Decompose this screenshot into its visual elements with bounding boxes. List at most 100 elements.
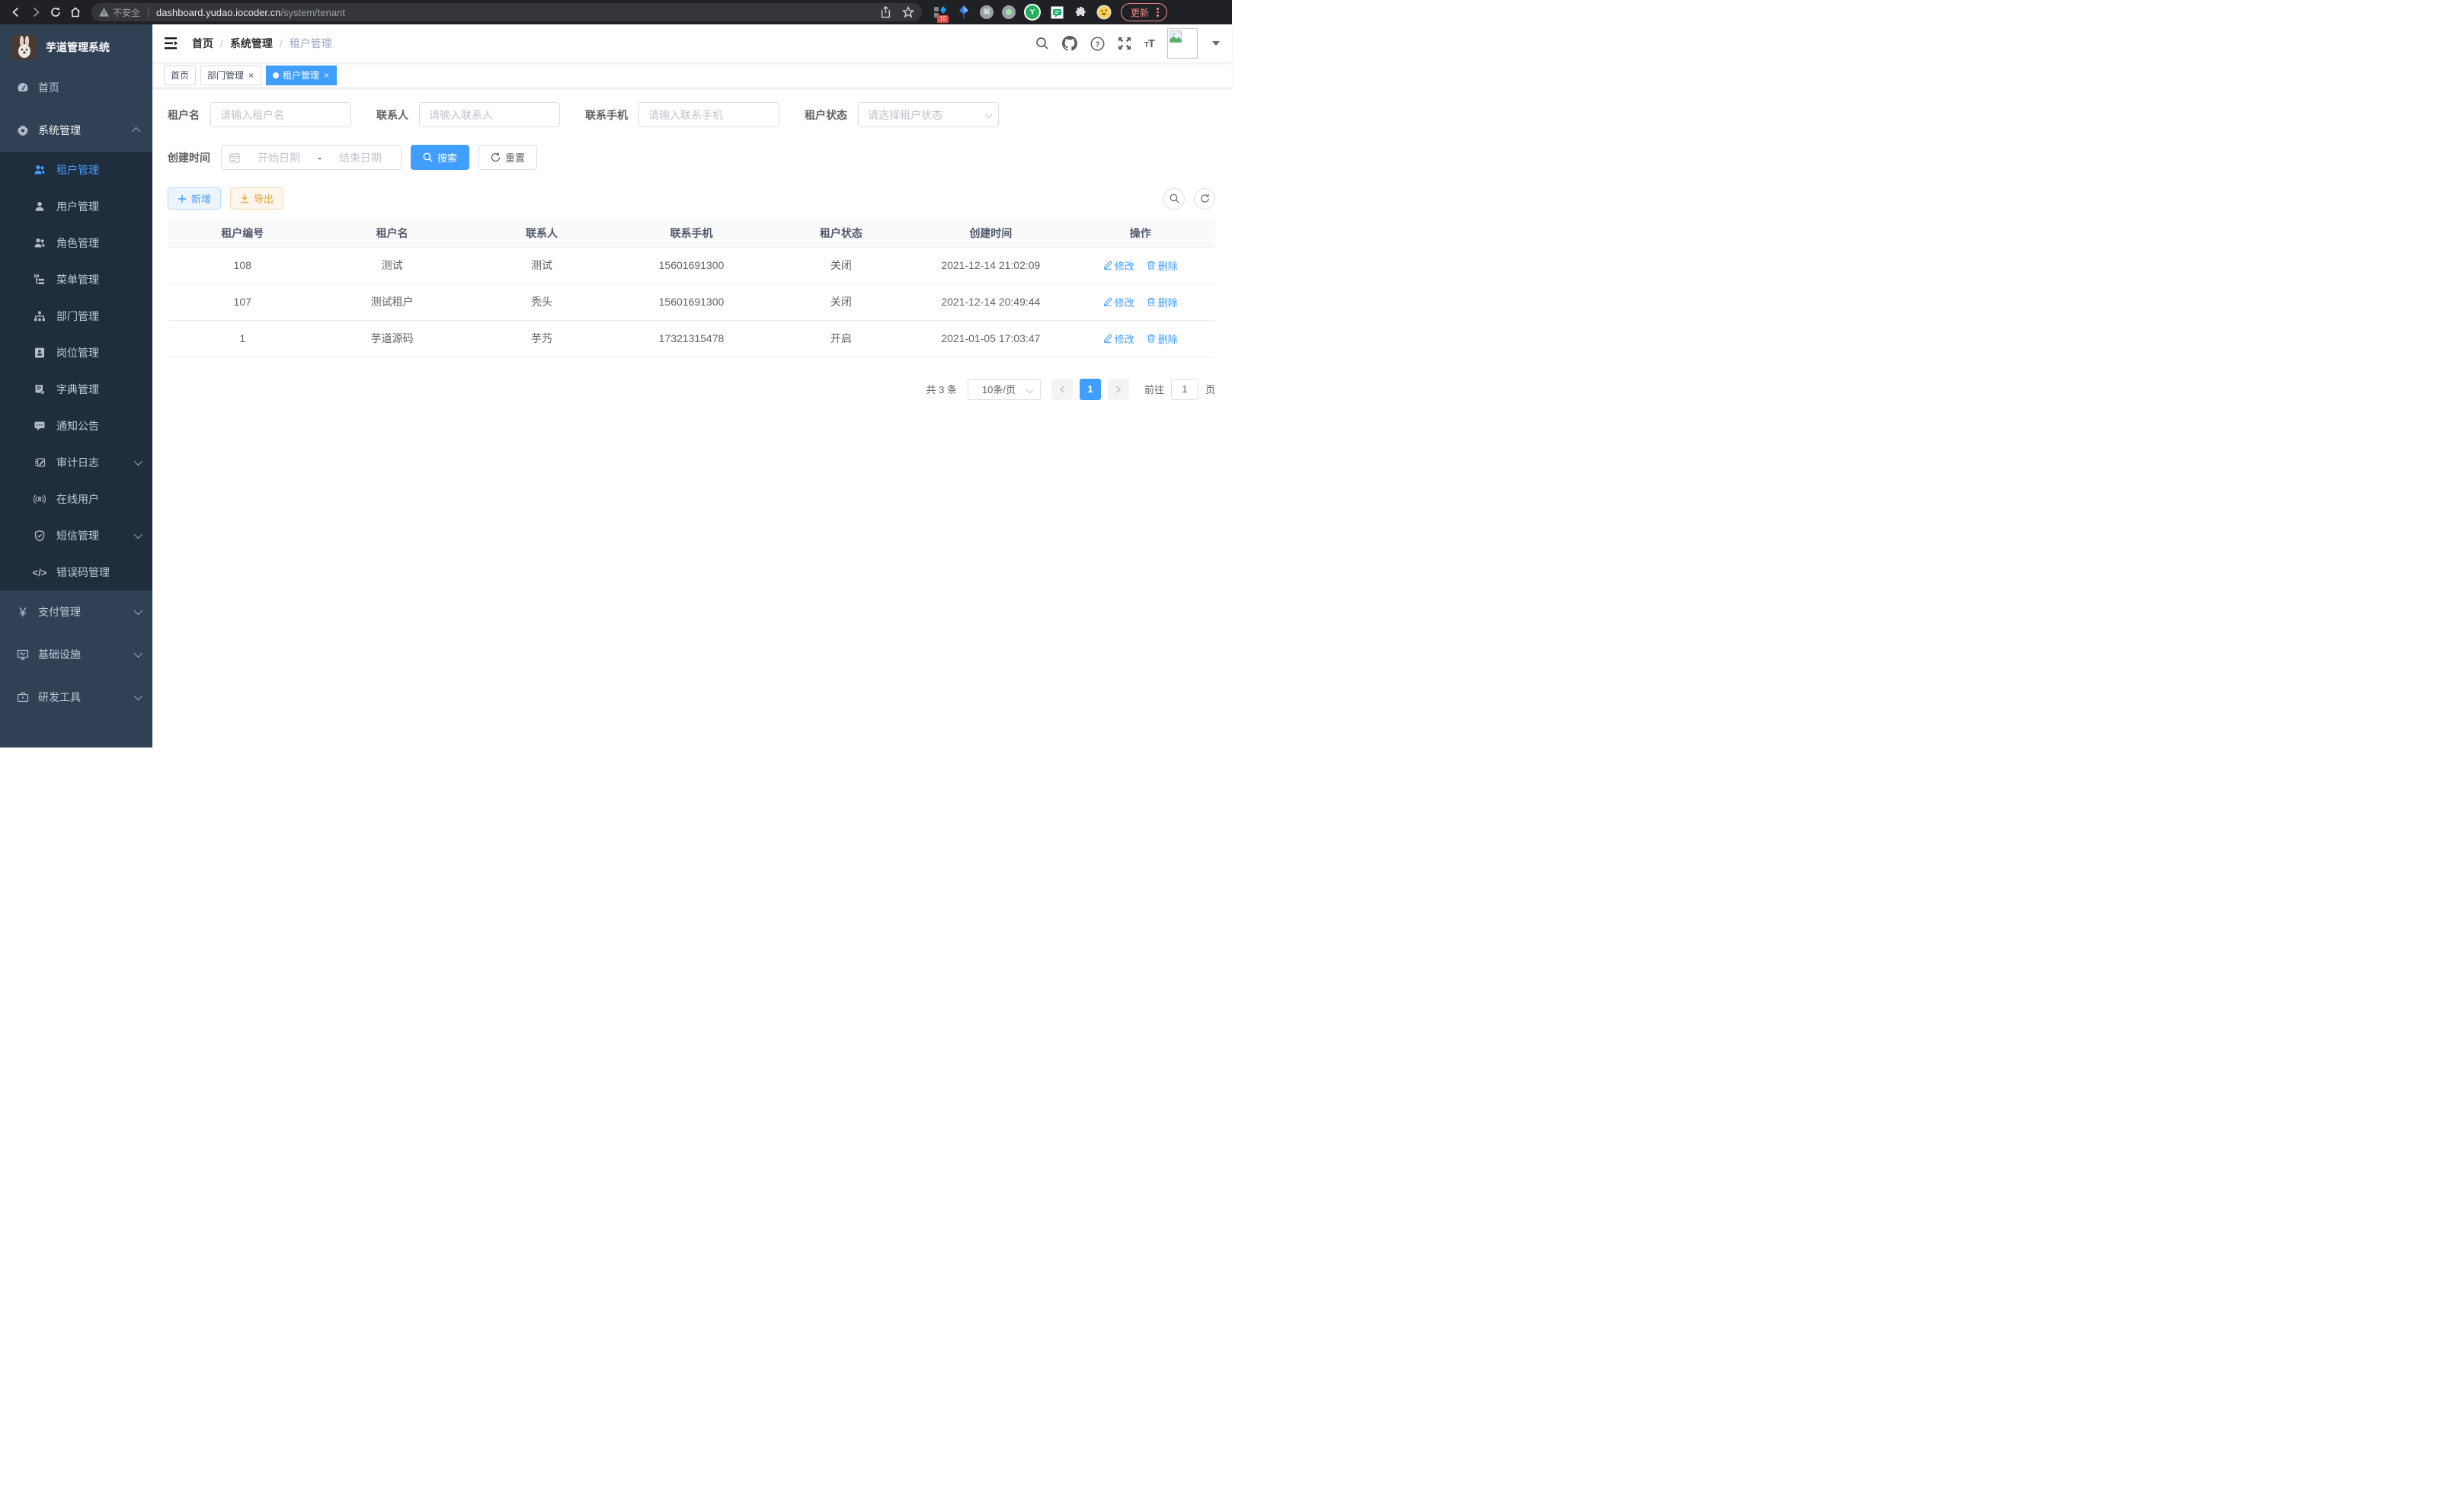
export-button[interactable]: 导出 xyxy=(230,187,283,210)
sidebar-item-online-user[interactable]: 在线用户 xyxy=(0,481,152,517)
sidebar-item-user[interactable]: 用户管理 xyxy=(0,188,152,225)
status-select-input[interactable] xyxy=(858,102,999,127)
delete-link[interactable]: 删除 xyxy=(1147,295,1178,309)
security-status[interactable]: 不安全 xyxy=(99,6,140,19)
address-bar[interactable]: 不安全 dashboard.yudao.iocoder.cn/system/te… xyxy=(91,3,922,21)
tab-home[interactable]: 首页 xyxy=(164,66,196,85)
extension-grid-icon[interactable]: 10 xyxy=(933,5,948,20)
next-page-button[interactable] xyxy=(1108,379,1129,400)
sidebar-item-infra[interactable]: 基础设施 xyxy=(0,633,152,676)
breadcrumb: 首页 / 系统管理 / 租户管理 xyxy=(192,36,332,51)
status-select[interactable] xyxy=(858,102,999,127)
browser-menu-icon[interactable] xyxy=(1154,8,1162,17)
sidebar-item-errcode[interactable]: </> 错误码管理 xyxy=(0,554,152,591)
sidebar-item-sms[interactable]: 短信管理 xyxy=(0,517,152,554)
sidebar-item-pay[interactable]: ¥ 支付管理 xyxy=(0,591,152,633)
create-time-label: 创建时间 xyxy=(168,150,210,165)
breadcrumb-separator: / xyxy=(220,37,223,50)
add-button[interactable]: 新增 xyxy=(168,187,221,210)
sidebar-item-dict[interactable]: 字典管理 xyxy=(0,371,152,408)
fullscreen-icon[interactable] xyxy=(1118,37,1131,50)
tenant-name-input[interactable] xyxy=(210,102,351,127)
browser-back-button[interactable] xyxy=(6,2,26,22)
tab-dept[interactable]: 部门管理 × xyxy=(200,66,261,85)
extension-badge: 10 xyxy=(937,15,949,23)
extension-kite-icon[interactable] xyxy=(956,5,971,20)
sidebar-item-role[interactable]: 角色管理 xyxy=(0,225,152,261)
refresh-table-button[interactable] xyxy=(1194,188,1215,210)
tab-close-icon[interactable]: × xyxy=(323,71,330,80)
extension-command-icon[interactable]: ⌘ xyxy=(980,5,994,19)
filter-row-2: 创建时间 开始日期 - 结束日期 搜索 重置 xyxy=(168,145,1215,170)
cell-status: 关闭 xyxy=(766,283,916,320)
delete-link[interactable]: 删除 xyxy=(1147,258,1178,273)
user-avatar[interactable] xyxy=(1167,28,1198,59)
header-search-icon[interactable] xyxy=(1035,37,1049,50)
date-range-picker[interactable]: 开始日期 - 结束日期 xyxy=(221,145,402,170)
page-number-button[interactable]: 1 xyxy=(1080,379,1101,400)
sidebar-item-system[interactable]: 系统管理 xyxy=(0,109,152,152)
code-icon: </> xyxy=(34,566,46,578)
edit-link[interactable]: 修改 xyxy=(1103,295,1134,309)
sidebar-item-label: 租户管理 xyxy=(56,162,99,178)
github-icon[interactable] xyxy=(1062,36,1077,51)
avatar-caret-icon[interactable] xyxy=(1212,41,1220,46)
browser-home-button[interactable] xyxy=(66,2,85,22)
sidebar-item-label: 错误码管理 xyxy=(56,565,110,580)
tenant-name-label: 租户名 xyxy=(168,107,200,123)
prev-page-button[interactable] xyxy=(1051,379,1073,400)
edit-link[interactable]: 修改 xyxy=(1103,258,1134,273)
goto-page-input[interactable] xyxy=(1171,379,1198,400)
col-contact: 联系人 xyxy=(467,219,616,247)
browser-reload-button[interactable] xyxy=(46,2,66,22)
edit-link[interactable]: 修改 xyxy=(1103,331,1134,346)
status-label: 租户状态 xyxy=(805,107,847,123)
profile-avatar-icon[interactable] xyxy=(1096,5,1112,20)
sidebar-submenu-system: 租户管理 用户管理 角色管理 菜单管理 xyxy=(0,152,152,591)
delete-link[interactable]: 删除 xyxy=(1147,331,1178,346)
breadcrumb-home[interactable]: 首页 xyxy=(192,36,213,51)
filter-row-1: 租户名 联系人 联系手机 租户状态 xyxy=(168,102,1215,127)
page-size-select[interactable]: 10条/页 xyxy=(968,379,1041,400)
reset-button[interactable]: 重置 xyxy=(478,145,537,170)
sidebar-item-devtools[interactable]: 研发工具 xyxy=(0,676,152,719)
table-toolbar: 新增 导出 xyxy=(168,187,1215,210)
toggle-search-button[interactable] xyxy=(1163,188,1185,210)
hamburger-icon[interactable] xyxy=(165,37,180,50)
cell-phone: 15601691300 xyxy=(616,283,766,320)
date-start-placeholder[interactable]: 开始日期 xyxy=(246,150,312,165)
sidebar-item-audit-log[interactable]: 审计日志 xyxy=(0,444,152,481)
font-size-icon[interactable]: TT xyxy=(1144,37,1154,50)
sidebar-item-post[interactable]: 岗位管理 xyxy=(0,335,152,371)
cell-phone: 17321315478 xyxy=(616,320,766,357)
sidebar-item-dept[interactable]: 部门管理 xyxy=(0,298,152,335)
url-text[interactable]: dashboard.yudao.iocoder.cn/system/tenant xyxy=(156,7,880,18)
user-icon xyxy=(34,200,46,213)
browser-update-button[interactable]: 更新 xyxy=(1121,3,1167,21)
date-end-placeholder[interactable]: 结束日期 xyxy=(328,150,393,165)
browser-forward-button[interactable] xyxy=(26,2,46,22)
sidebar-logo[interactable]: 芋道管理系统 xyxy=(0,28,152,66)
extension-y-icon[interactable]: Y xyxy=(1024,4,1041,21)
export-button-label: 导出 xyxy=(254,191,274,206)
breadcrumb-system[interactable]: 系统管理 xyxy=(230,36,273,51)
contact-input[interactable] xyxy=(419,102,560,127)
sidebar-item-menu[interactable]: 菜单管理 xyxy=(0,261,152,298)
phone-input[interactable] xyxy=(638,102,779,127)
svg-text:?: ? xyxy=(1095,40,1099,49)
share-icon[interactable] xyxy=(880,6,891,18)
help-icon[interactable]: ? xyxy=(1090,37,1105,51)
extension-record-icon[interactable] xyxy=(1002,5,1016,19)
extension-chat-icon[interactable] xyxy=(1049,5,1064,20)
col-tenant-name: 租户名 xyxy=(317,219,466,247)
tab-label: 首页 xyxy=(171,69,189,82)
sidebar-item-home[interactable]: 首页 xyxy=(0,66,152,109)
tab-tenant[interactable]: 租户管理 × xyxy=(266,66,337,85)
sidebar-item-tenant[interactable]: 租户管理 xyxy=(0,152,152,188)
sidebar-item-notice[interactable]: 通知公告 xyxy=(0,408,152,444)
search-button[interactable]: 搜索 xyxy=(411,145,469,170)
chevron-down-icon xyxy=(1026,386,1034,393)
tab-close-icon[interactable]: × xyxy=(248,71,254,80)
bookmark-star-icon[interactable] xyxy=(902,6,914,18)
extensions-puzzle-icon[interactable] xyxy=(1073,5,1088,20)
